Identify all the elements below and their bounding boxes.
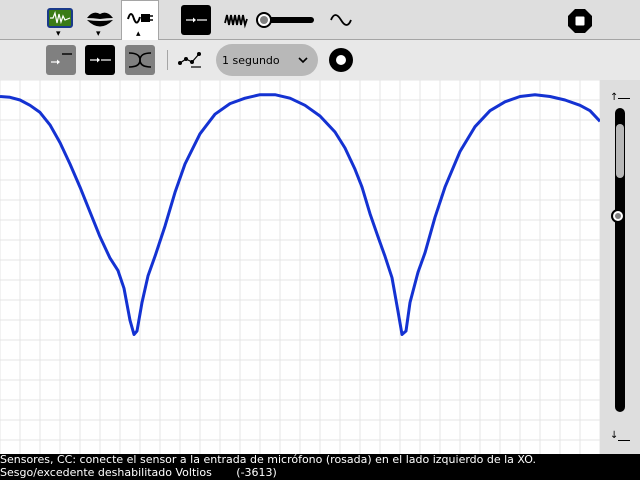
- slider-track[interactable]: [615, 108, 625, 412]
- time-select[interactable]: 1 segundo: [216, 44, 318, 76]
- status-line-2: Sesgo/excedente deshabilitado Voltios (-…: [0, 465, 277, 479]
- ac-input-button[interactable]: [125, 45, 155, 75]
- waveform-plot: [0, 79, 602, 454]
- chevron-down-icon[interactable]: ▾: [96, 29, 101, 39]
- dc-mode-button[interactable]: [181, 5, 211, 35]
- slider-track-icon: [256, 12, 314, 28]
- slider-knob-center: [615, 212, 621, 219]
- scale-slider-panel: ↑ ↓: [600, 80, 640, 454]
- slider-fill: [616, 124, 624, 178]
- dc-input-button[interactable]: [85, 45, 115, 75]
- sine-wave-icon: [330, 14, 352, 26]
- oscilloscope-icon: [47, 8, 73, 28]
- gain-slider[interactable]: [254, 10, 316, 30]
- chevron-up-icon: ▴: [136, 29, 141, 39]
- chevron-down-icon[interactable]: ▾: [56, 29, 61, 39]
- slider-bottom-mark: [618, 440, 630, 441]
- tab-sensors[interactable]: ▴: [121, 0, 159, 41]
- slider-top-mark: [618, 98, 630, 99]
- status-line-1: Sensores, CC: conecte el sensor a la ent…: [0, 453, 536, 466]
- lips-icon: [87, 12, 113, 27]
- dc-mode-icon: [90, 57, 111, 63]
- ac-input-icon: [128, 52, 152, 68]
- data-points-icon: [178, 52, 201, 68]
- dc-mode-icon: [186, 17, 207, 23]
- grid-lines: [0, 79, 601, 454]
- ac-mode-button[interactable]: [222, 8, 250, 32]
- sample-mode-button[interactable]: [176, 49, 204, 71]
- ac-waveform-icon: [224, 14, 248, 29]
- slider-knob[interactable]: [611, 208, 625, 223]
- bias-icon: [51, 53, 72, 65]
- record-icon: [329, 48, 353, 72]
- sensor-plug-icon: [127, 13, 153, 24]
- sensor-toolbar: [0, 40, 640, 80]
- bias-button[interactable]: [46, 45, 76, 75]
- time-select-value: 1 segundo: [222, 53, 280, 67]
- toolbar-separator: [167, 50, 168, 70]
- chevron-down-icon: [298, 57, 308, 64]
- waveform-graph: [0, 79, 602, 454]
- stop-icon: [568, 9, 592, 33]
- sine-mode-button[interactable]: [328, 8, 354, 32]
- status-bar: Sensores, CC: conecte el sensor a la ent…: [0, 453, 640, 480]
- record-button[interactable]: [327, 46, 355, 74]
- stop-button[interactable]: [566, 7, 594, 35]
- main-toolbar: ▾ ▾ ▴: [0, 0, 640, 41]
